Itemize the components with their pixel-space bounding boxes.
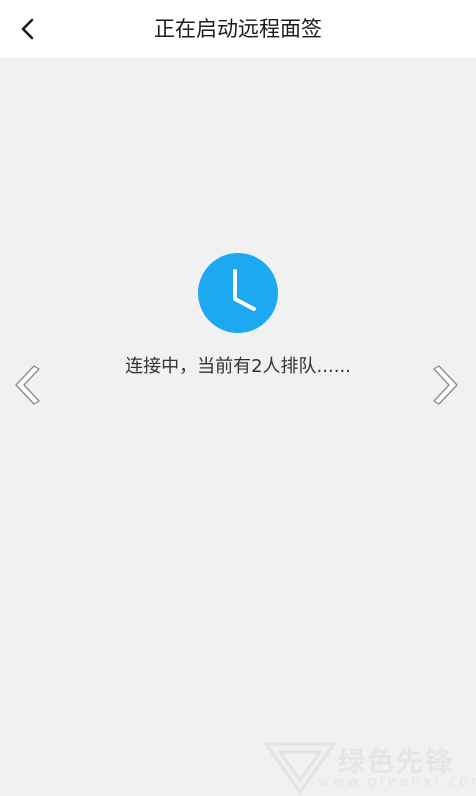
app-header: 正在启动远程面签 [0, 0, 476, 58]
clock-icon [198, 253, 278, 333]
back-button[interactable] [8, 9, 48, 49]
next-button[interactable] [428, 361, 464, 409]
queue-status-text: 连接中，当前有2人排队...... [125, 356, 351, 377]
previous-button[interactable] [9, 361, 45, 409]
page-title: 正在启动远程面签 [154, 17, 322, 41]
chevron-left-outline-icon [15, 365, 40, 405]
chevron-left-icon [21, 18, 34, 40]
main-content: 连接中，当前有2人排队...... [0, 58, 476, 796]
chevron-right-outline-icon [433, 365, 458, 405]
